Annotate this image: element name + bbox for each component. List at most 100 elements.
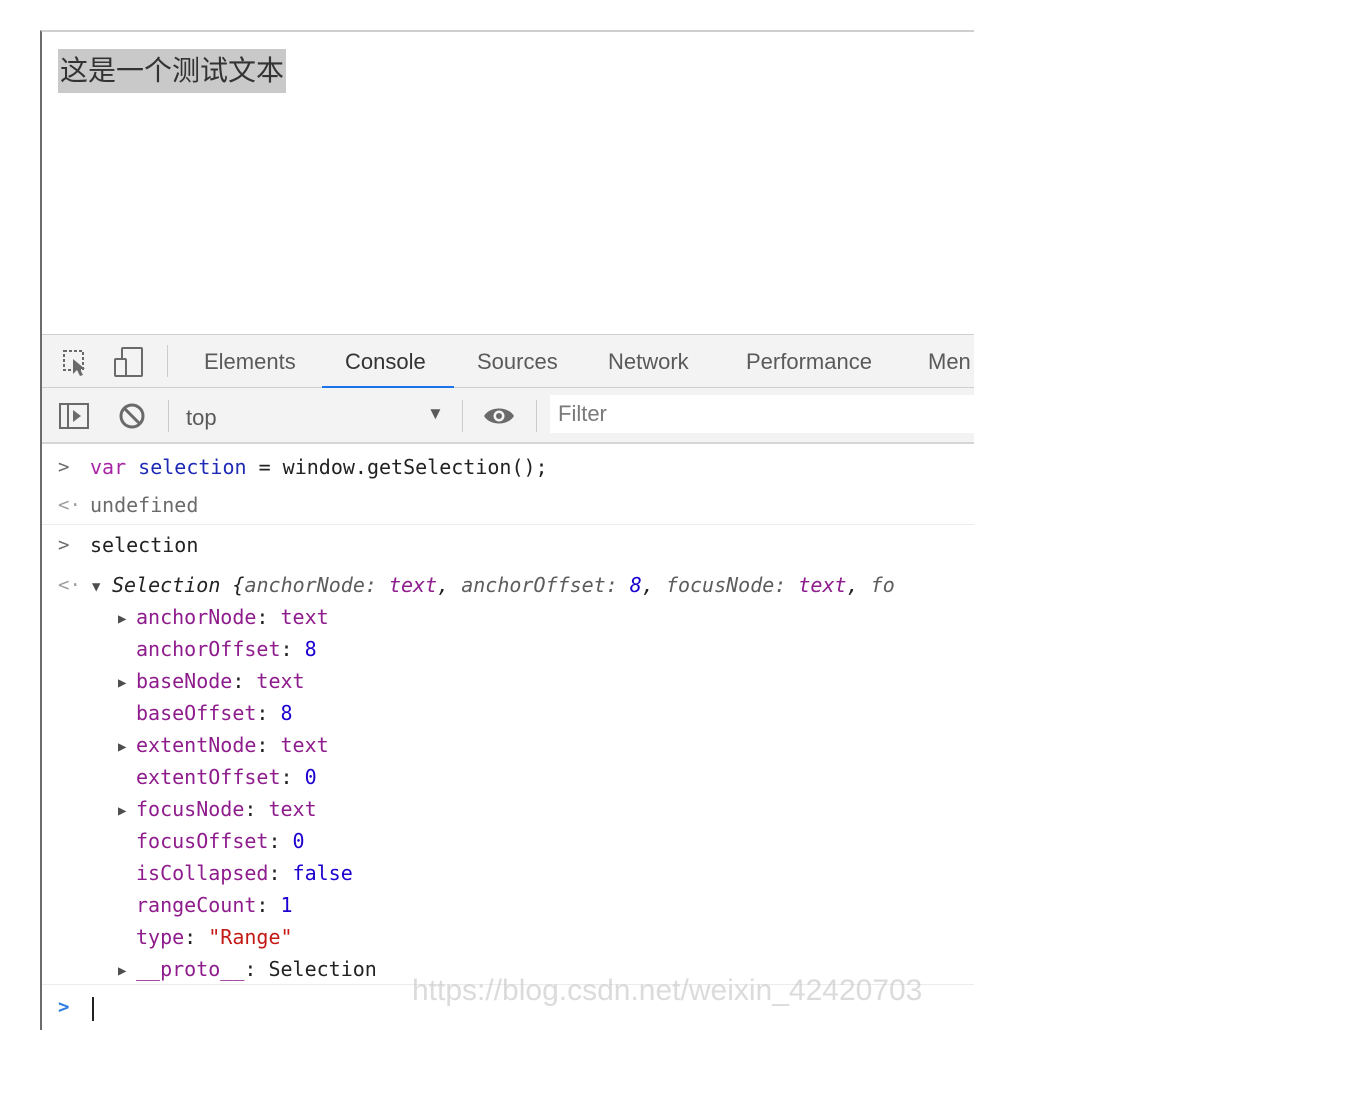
- tab-elements[interactable]: Elements: [204, 349, 296, 375]
- device-toolbar-icon[interactable]: [112, 346, 146, 378]
- devtools-panel: Elements Console Sources Network Perform…: [42, 334, 974, 1030]
- property-value: 8: [280, 701, 293, 725]
- variable-name: selection: [138, 455, 247, 479]
- tab-memory[interactable]: Men: [928, 349, 971, 375]
- toolbar-divider: [167, 345, 168, 377]
- clear-console-icon[interactable]: [118, 402, 146, 430]
- toolbar-divider: [536, 400, 537, 432]
- tab-sources[interactable]: Sources: [477, 349, 558, 375]
- summary-key: anchorNode:: [244, 573, 389, 597]
- active-prompt-icon: >: [58, 996, 70, 1018]
- property-key: extentOffset: [136, 765, 281, 789]
- summary-head: Selection {: [112, 573, 245, 597]
- property-value: 1: [280, 893, 293, 917]
- expand-triangle-icon[interactable]: ▶: [118, 670, 126, 696]
- property-value: 8: [304, 637, 317, 661]
- property-entry: extentNode: text: [136, 732, 329, 758]
- property-separator: :: [184, 925, 209, 949]
- property-key: focusOffset: [136, 829, 269, 853]
- expand-triangle-icon[interactable]: ▶: [118, 798, 126, 824]
- text-caret: [92, 997, 94, 1021]
- property-entry: type: "Range": [136, 924, 293, 950]
- property-value: false: [292, 861, 353, 885]
- console-code: var selection = window.getSelection();: [90, 454, 548, 480]
- watermark: https://blog.csdn.net/weixin_42420703: [412, 974, 923, 1007]
- input-prompt-icon: >: [58, 534, 70, 556]
- property-entry: focusNode: text: [136, 796, 317, 822]
- sidebar-toggle-icon[interactable]: [58, 402, 90, 430]
- summary-comma: ,: [437, 573, 462, 597]
- property-entry: baseOffset: 8: [136, 700, 293, 726]
- property-separator: :: [268, 861, 293, 885]
- expand-triangle-icon[interactable]: ▶: [118, 734, 126, 760]
- tab-performance[interactable]: Performance: [746, 349, 872, 375]
- property-value: Selection: [268, 957, 377, 981]
- summary-value: 8: [629, 573, 642, 597]
- property-value: text: [280, 605, 329, 629]
- expression: window.getSelection();: [282, 455, 548, 479]
- tab-console[interactable]: Console: [345, 349, 426, 375]
- property-entry: focusOffset: 0: [136, 828, 305, 854]
- property-value: text: [280, 733, 329, 757]
- summary-comma: ,: [641, 573, 666, 597]
- property-key: baseNode: [136, 669, 233, 693]
- property-key: focusNode: [136, 797, 245, 821]
- property-key: anchorOffset: [136, 637, 281, 661]
- summary-value: text: [798, 573, 847, 597]
- filter-input[interactable]: [550, 395, 974, 433]
- expand-triangle-icon[interactable]: ▼: [92, 574, 100, 600]
- property-entry: extentOffset: 0: [136, 764, 317, 790]
- property-entry: isCollapsed: false: [136, 860, 353, 886]
- keyword: var: [90, 455, 127, 479]
- property-entry: rangeCount: 1: [136, 892, 293, 918]
- property-separator: :: [280, 637, 305, 661]
- property-key: isCollapsed: [136, 861, 269, 885]
- console-result: undefined: [90, 493, 199, 517]
- property-entry: anchorOffset: 8: [136, 636, 317, 662]
- property-value: text: [256, 669, 305, 693]
- console-toolbar: top ▼: [42, 388, 974, 444]
- property-entry: anchorNode: text: [136, 604, 329, 630]
- browser-viewport: 这是一个测试文本 Elements Console Sources Networ…: [40, 30, 974, 1030]
- context-selector[interactable]: top: [186, 405, 217, 431]
- toolbar-divider: [462, 400, 463, 432]
- message-divider: [42, 524, 974, 525]
- property-separator: :: [268, 829, 293, 853]
- property-entry: __proto__: Selection: [136, 956, 377, 982]
- summary-key: focusNode:: [665, 573, 799, 597]
- input-prompt-icon: >: [58, 456, 70, 478]
- inspect-element-icon[interactable]: [62, 349, 90, 377]
- property-value: 0: [292, 829, 305, 853]
- property-key: rangeCount: [136, 893, 257, 917]
- property-entry: baseNode: text: [136, 668, 305, 694]
- property-value: "Range": [208, 925, 293, 949]
- property-value: 0: [304, 765, 317, 789]
- property-separator: :: [244, 797, 269, 821]
- toolbar-divider: [168, 400, 169, 432]
- expand-triangle-icon[interactable]: ▶: [118, 606, 126, 632]
- property-key: baseOffset: [136, 701, 257, 725]
- object-summary[interactable]: Selection {anchorNode: text, anchorOffse…: [112, 572, 895, 598]
- eye-icon[interactable]: [482, 405, 516, 427]
- property-separator: :: [256, 893, 281, 917]
- summary-key: anchorOffset:: [461, 573, 630, 597]
- summary-value: text: [388, 573, 438, 597]
- property-separator: :: [280, 765, 305, 789]
- property-key: anchorNode: [136, 605, 257, 629]
- property-value: text: [268, 797, 317, 821]
- result-arrow-icon: <·: [58, 574, 81, 596]
- operator: =: [246, 455, 283, 479]
- property-separator: :: [256, 733, 281, 757]
- devtools-main-toolbar: Elements Console Sources Network Perform…: [42, 334, 974, 389]
- chevron-down-icon[interactable]: ▼: [427, 404, 444, 424]
- tab-network[interactable]: Network: [608, 349, 689, 375]
- selected-page-text[interactable]: 这是一个测试文本: [58, 49, 287, 93]
- property-key: extentNode: [136, 733, 257, 757]
- property-key: __proto__: [136, 957, 245, 981]
- summary-comma: ,: [846, 573, 871, 597]
- web-page-content: 这是一个测试文本: [42, 32, 974, 334]
- console-code: selection: [90, 533, 199, 557]
- summary-key: fo: [870, 573, 895, 597]
- property-key: type: [136, 925, 185, 949]
- expand-triangle-icon[interactable]: ▶: [118, 958, 126, 984]
